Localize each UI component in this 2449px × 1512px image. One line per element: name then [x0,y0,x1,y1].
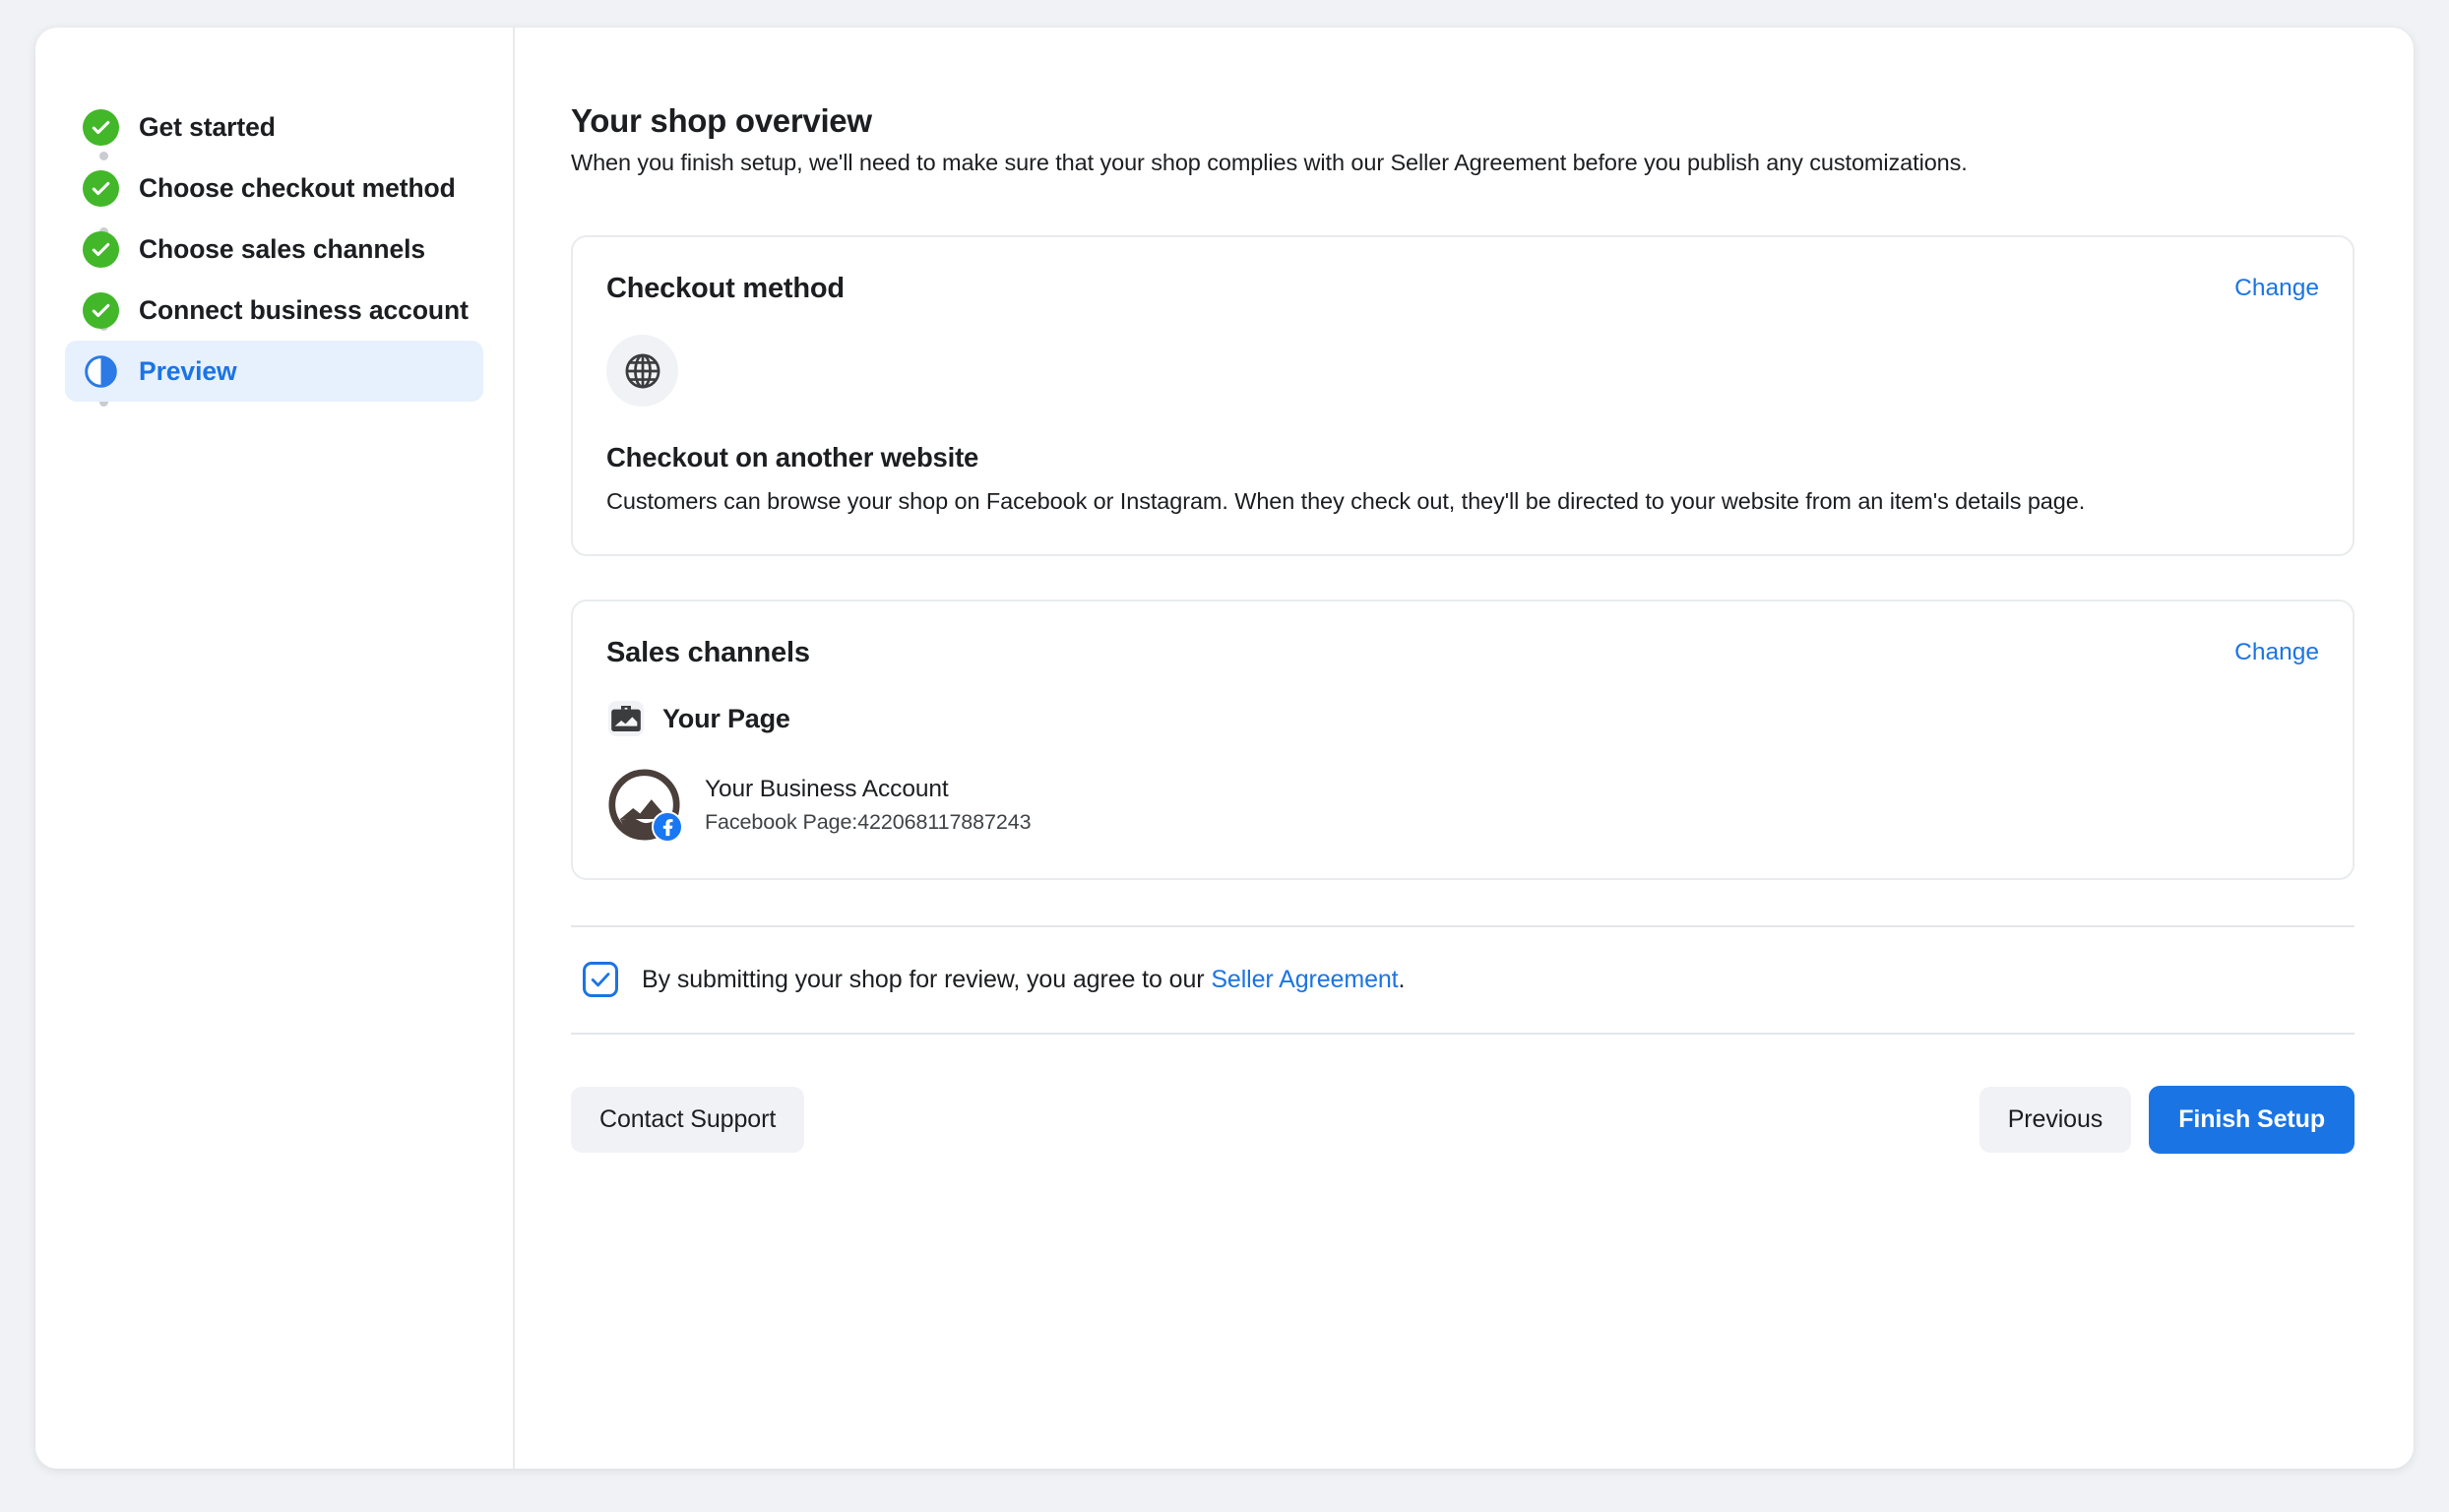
sidebar-item-label: Choose checkout method [139,172,456,203]
sidebar-item-label: Get started [139,111,276,142]
seller-agreement-checkbox[interactable] [583,962,618,998]
half-circle-icon [85,354,117,388]
card-header: Checkout method Change [606,273,2319,305]
agreement-block: By submitting your shop for review, you … [571,925,2355,1036]
sidebar-item-get-started[interactable]: Get started [65,96,483,158]
finish-setup-button[interactable]: Finish Setup [2149,1086,2355,1155]
sales-channels-card: Sales channels Change Your Page Your Bus… [571,599,2355,881]
sidebar-item-preview[interactable]: Preview [65,341,483,402]
checkout-method-description: Customers can browse your shop on Facebo… [606,488,2086,514]
sidebar-item-label: Choose sales channels [139,233,425,264]
agreement-row: By submitting your shop for review, you … [571,927,2355,1033]
check-icon [591,973,610,987]
contact-support-button[interactable]: Contact Support [571,1087,805,1154]
main-content: Your shop overview When you finish setup… [515,28,2414,1469]
sidebar-item-label: Connect business account [139,294,469,325]
footer-actions: Previous Finish Setup [1978,1086,2355,1155]
agreement-text: By submitting your shop for review, you … [642,966,1405,994]
divider [571,1033,2355,1036]
sidebar-item-choose-checkout-method[interactable]: Choose checkout method [65,158,483,219]
globe-icon-badge [606,335,678,407]
wizard-footer: Contact Support Previous Finish Setup [571,1086,2355,1193]
page-title: Your shop overview [571,102,872,139]
account-text-block: Your Business Account Facebook Page:4220… [705,775,1032,835]
wizard-step-sidebar: Get started Choose checkout method Choos… [35,28,515,1469]
change-checkout-method-link[interactable]: Change [2234,273,2319,302]
connected-account-row[interactable]: Your Business Account Facebook Page:4220… [606,769,2319,844]
card-title: Sales channels [606,637,810,669]
sidebar-item-connect-business-account[interactable]: Connect business account [65,280,483,341]
account-page-id: Facebook Page:422068117887243 [705,809,1032,834]
check-circle-icon [83,169,119,207]
check-circle-icon [83,230,119,268]
checkout-method-name: Checkout on another website [606,442,979,472]
card-title: Checkout method [606,273,845,304]
sales-channel-row: Your Page [606,699,2319,738]
briefcase-page-icon [608,701,644,737]
card-header: Sales channels Change [606,637,2319,669]
seller-agreement-link[interactable]: Seller Agreement [1211,966,1398,993]
sidebar-item-label: Preview [139,355,237,386]
globe-icon [625,353,659,388]
change-sales-channels-link[interactable]: Change [2234,637,2319,666]
sidebar-item-choose-sales-channels[interactable]: Choose sales channels [65,219,483,280]
facebook-badge-icon [652,811,683,844]
sales-channel-label: Your Page [662,703,790,733]
avatar [608,769,683,844]
setup-wizard-container: Get started Choose checkout method Choos… [35,28,2414,1469]
agreement-text-before: By submitting your shop for review, you … [642,965,1212,993]
checkout-method-card: Checkout method Change Checkout on anoth… [571,235,2355,557]
check-circle-icon [83,108,119,146]
check-circle-icon [83,291,119,329]
agreement-text-after: . [1398,965,1406,993]
page-subtitle: When you finish setup, we'll need to mak… [571,150,1968,175]
previous-button[interactable]: Previous [1978,1087,2132,1154]
account-name: Your Business Account [705,775,949,802]
